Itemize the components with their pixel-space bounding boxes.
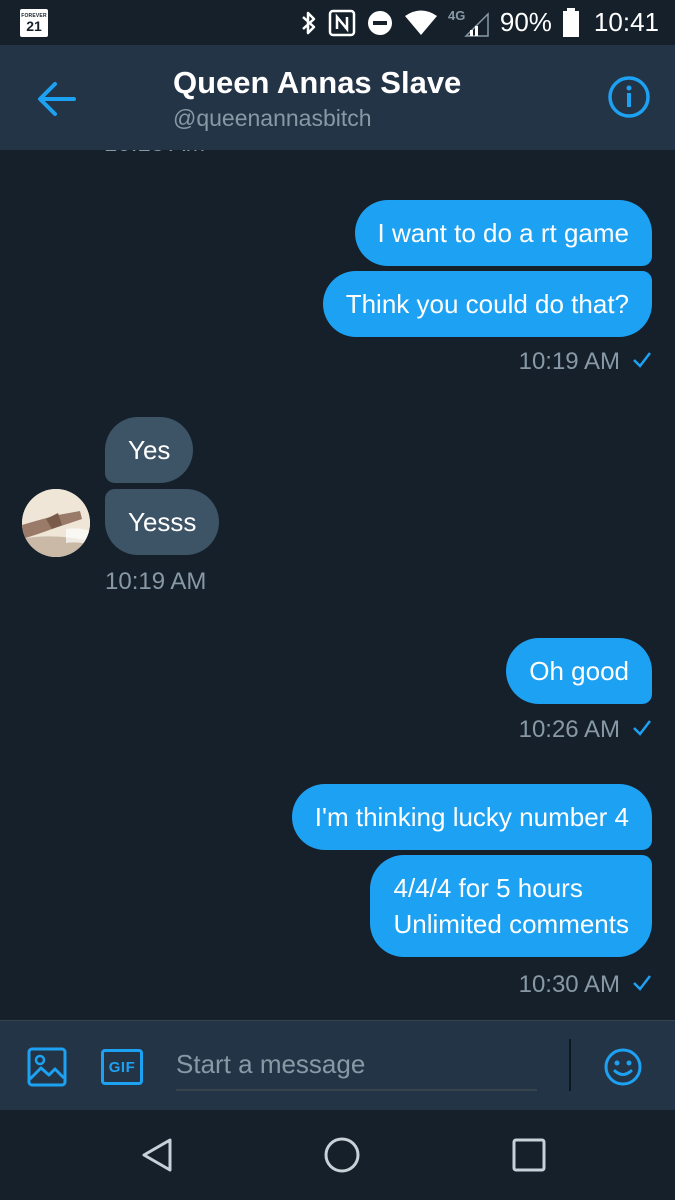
circle-home-icon bbox=[322, 1137, 362, 1179]
message-status-row: 10:19 AM bbox=[519, 348, 652, 376]
conversation-header: Queen Annas Slave @queenannasbitch bbox=[0, 45, 675, 150]
add-image-button[interactable] bbox=[27, 1047, 67, 1087]
message-bubble-sent[interactable]: 4/4/4 for 5 hours Unlimited comments bbox=[370, 855, 652, 957]
message-bubble-sent[interactable]: Think you could do that? bbox=[322, 271, 652, 337]
divider bbox=[569, 1039, 571, 1091]
message-timestamp: 10:18 AM bbox=[104, 150, 205, 158]
smiley-icon bbox=[603, 1048, 643, 1091]
checkmark-icon bbox=[632, 716, 652, 744]
message-status-row: 10:26 AM bbox=[519, 716, 652, 744]
back-button[interactable] bbox=[36, 81, 76, 117]
square-recents-icon bbox=[509, 1138, 549, 1179]
emoji-button[interactable] bbox=[603, 1047, 643, 1087]
gif-button[interactable]: GIF bbox=[101, 1049, 143, 1085]
system-navigation-bar bbox=[0, 1110, 675, 1200]
message-input[interactable] bbox=[176, 1039, 537, 1091]
message-composer: GIF bbox=[0, 1020, 675, 1110]
message-bubble-received[interactable]: Yesss bbox=[105, 489, 220, 555]
conversation-handle: @queenannasbitch bbox=[173, 105, 372, 131]
conversation-title[interactable]: Queen Annas Slave bbox=[173, 65, 461, 101]
nav-back-button[interactable] bbox=[138, 1135, 178, 1175]
message-bubble-sent[interactable]: I want to do a rt game bbox=[354, 200, 652, 266]
message-bubble-received[interactable]: Yes bbox=[105, 417, 194, 483]
battery-icon bbox=[562, 7, 580, 38]
notification-app-badge: FOREVER 21 bbox=[20, 9, 48, 37]
message-timestamp: 10:19 AM bbox=[518, 348, 620, 375]
status-bar: FOREVER 21 4G 90% 10:41 bbox=[0, 0, 675, 45]
message-timestamp: 10:19 AM bbox=[105, 568, 207, 595]
triangle-back-icon bbox=[138, 1138, 178, 1179]
checkmark-icon bbox=[632, 971, 652, 999]
message-timestamp: 10:26 AM bbox=[518, 716, 620, 743]
bluetooth-icon bbox=[300, 9, 318, 37]
battery-percent: 90% bbox=[499, 7, 552, 37]
status-icons: 4G 90% 10:41 bbox=[300, 0, 659, 45]
message-bubble-sent[interactable]: Oh good bbox=[506, 638, 652, 704]
arrow-left-icon bbox=[36, 82, 76, 121]
clock: 10:41 bbox=[593, 7, 659, 37]
app-badge-number: 21 bbox=[26, 17, 42, 34]
message-timestamp: 10:30 AM bbox=[518, 971, 620, 998]
nav-recents-button[interactable] bbox=[509, 1135, 549, 1175]
cellular-signal-icon: 4G bbox=[448, 8, 490, 38]
wifi-icon bbox=[404, 9, 438, 37]
do-not-disturb-icon bbox=[366, 9, 394, 37]
nav-home-button[interactable] bbox=[322, 1135, 362, 1175]
image-icon bbox=[27, 1047, 67, 1091]
checkmark-icon bbox=[632, 348, 652, 376]
message-status-row: 10:30 AM bbox=[519, 971, 652, 999]
nfc-icon bbox=[328, 9, 356, 37]
svg-text:4G: 4G bbox=[448, 8, 465, 23]
info-icon bbox=[607, 76, 651, 123]
info-button[interactable] bbox=[607, 75, 651, 119]
message-thread[interactable]: 10:18 AM I want to do a rt game Think yo… bbox=[0, 150, 675, 1020]
message-bubble-sent[interactable]: I'm thinking lucky number 4 bbox=[291, 784, 652, 850]
avatar[interactable] bbox=[22, 489, 90, 557]
